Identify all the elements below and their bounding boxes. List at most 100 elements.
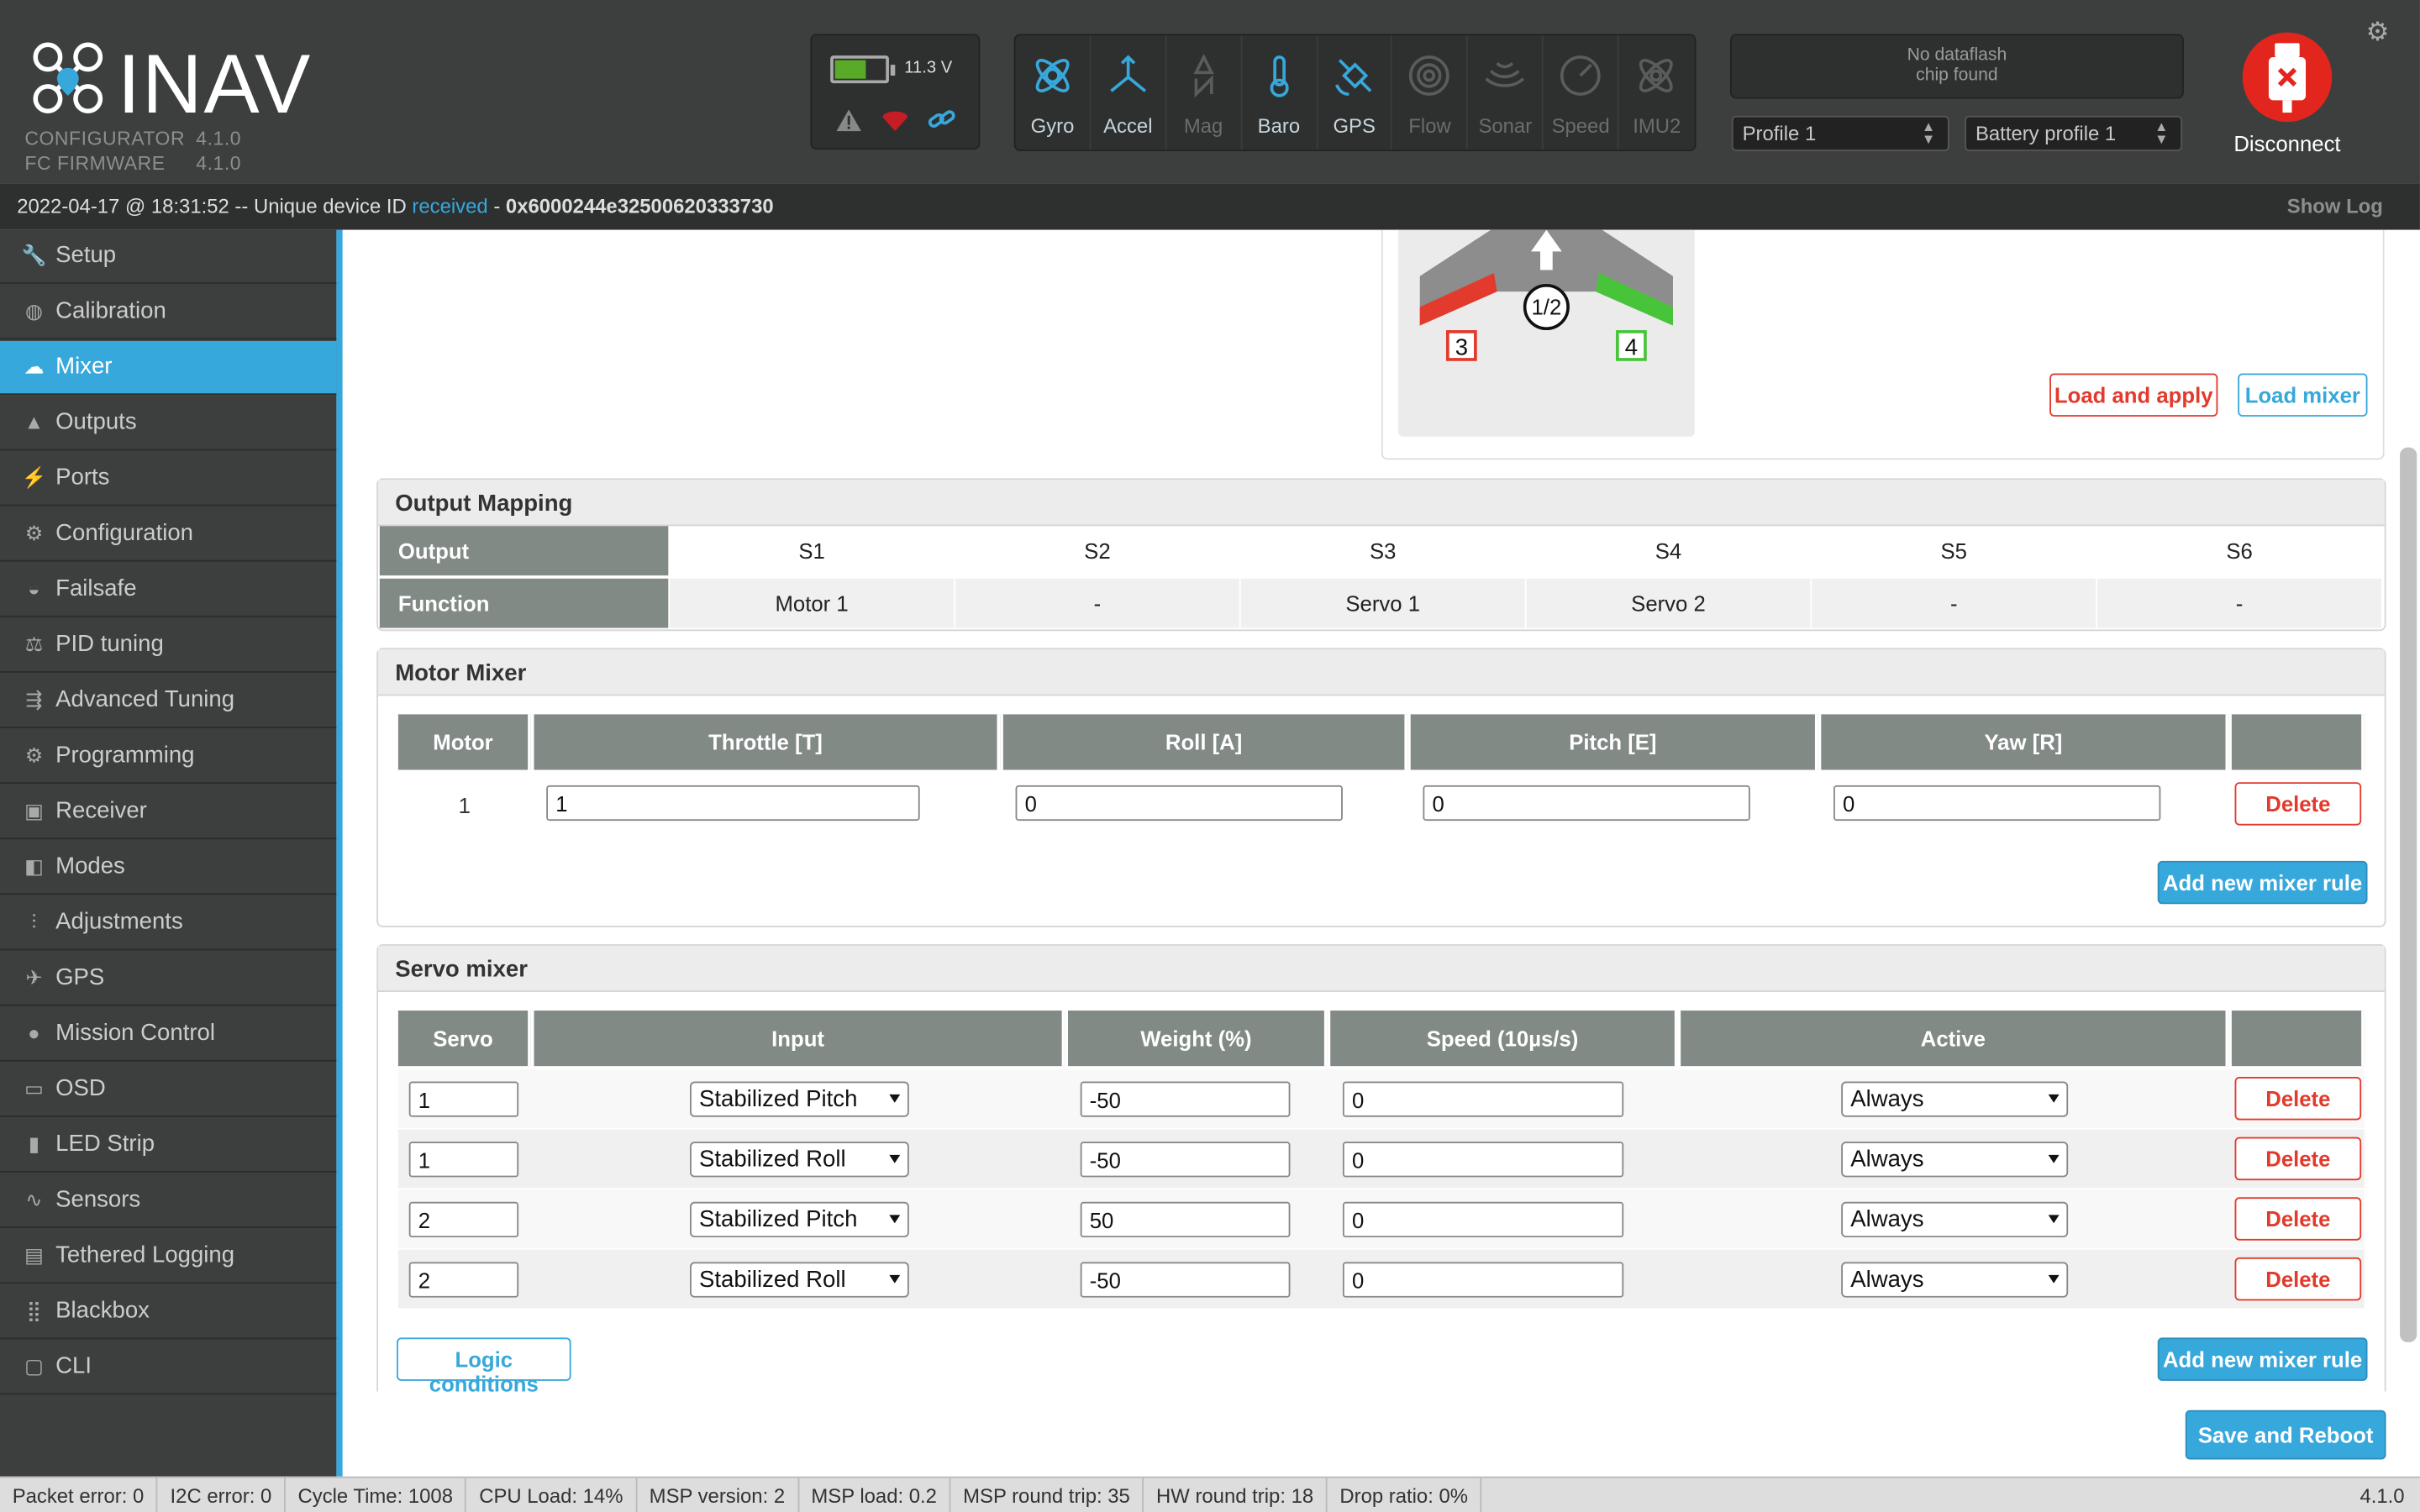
sidebar-item-receiver[interactable]: ▣ Receiver	[0, 785, 337, 840]
servo-index-input[interactable]: 2	[408, 1262, 519, 1298]
battery-profile-select[interactable]: Battery profile 1 ▲ ▼	[1965, 115, 2183, 151]
sidebar-item-led-strip[interactable]: ▮ LED Strip	[0, 1119, 337, 1173]
sidebar-item-gps[interactable]: ✈ GPS	[0, 952, 337, 1006]
output-mapping-title: Output Mapping	[377, 480, 2385, 527]
servo-active-select[interactable]: Always ▾	[1841, 1142, 2069, 1178]
sensor-baro: Baro	[1242, 35, 1318, 150]
delete-motor-rule-button[interactable]: Delete	[2234, 782, 2362, 826]
sidebar-item-cli[interactable]: ▢ CLI	[0, 1341, 337, 1395]
sidebar-item-label: Configuration	[55, 519, 194, 547]
load-mixer-button[interactable]: Load mixer	[2238, 373, 2368, 417]
sidebar-item-adjustments[interactable]: ⫶ Adjustments	[0, 896, 337, 951]
servo-index-input[interactable]: 2	[408, 1201, 519, 1238]
servo-active-value: Always	[1850, 1266, 1924, 1294]
function-cell: Servo 1	[1240, 578, 1525, 628]
sidebar-item-outputs[interactable]: ▲ Outputs	[0, 396, 337, 451]
link-icon	[928, 110, 955, 129]
sidebar-item-programming[interactable]: ⚙ Programming	[0, 730, 337, 785]
delete-servo-rule-button[interactable]: Delete	[2234, 1077, 2362, 1121]
sidebar-item-label: PID tuning	[55, 631, 164, 658]
delete-servo-rule-button[interactable]: Delete	[2234, 1257, 2362, 1301]
sensor-label: Gyro	[1030, 113, 1075, 138]
footer-status-bar: Packet error: 0 I2C error: 0 Cycle Time: 1…	[0, 1476, 2420, 1512]
servo-weight-input[interactable]: -50	[1080, 1262, 1291, 1298]
imu2-icon	[1639, 59, 1673, 92]
scrollbar[interactable]	[2400, 447, 2417, 1342]
sidebar-item-calibration[interactable]: ◍ Calibration	[0, 286, 337, 340]
servo-input-select[interactable]: Stabilized Pitch ▾	[690, 1201, 909, 1238]
servo-weight-input[interactable]: 50	[1080, 1201, 1291, 1238]
terminal-icon: ▢	[24, 1354, 44, 1378]
servo-weight-input[interactable]: -50	[1080, 1081, 1291, 1117]
left-servo-label: 3	[1455, 333, 1468, 360]
logic-conditions-button[interactable]: Logic conditions	[397, 1337, 571, 1396]
baro-icon	[1270, 55, 1289, 97]
sidebar-item-label: Setup	[55, 242, 117, 269]
motor-roll-input[interactable]: 0	[1015, 785, 1343, 822]
sidebar-item-modes[interactable]: ◧ Modes	[0, 841, 337, 895]
osd-icon: ▭	[24, 1077, 44, 1100]
motor-throttle-input[interactable]: 1	[546, 785, 920, 822]
servo-active-select[interactable]: Always ▾	[1841, 1081, 2069, 1117]
servo-speed-input[interactable]: 0	[1342, 1262, 1624, 1298]
servo-index-input[interactable]: 1	[408, 1142, 519, 1178]
profile-select[interactable]: Profile 1 ▲ ▼	[1731, 115, 1949, 151]
keyboard-icon: ▤	[24, 1243, 44, 1267]
sensor-mag: Mag	[1166, 35, 1242, 150]
save-and-reboot-button[interactable]: Save and Reboot	[2185, 1410, 2386, 1460]
servo-input-value: Stabilized Pitch	[699, 1086, 858, 1113]
servo-speed-input[interactable]: 0	[1342, 1142, 1624, 1178]
servo-input-select[interactable]: Stabilized Pitch ▾	[690, 1081, 909, 1117]
servo-active-select[interactable]: Always ▾	[1841, 1201, 2069, 1238]
footer-stat: MSP round trip: 35	[950, 1478, 1144, 1512]
load-and-apply-button[interactable]: Load and apply	[2049, 373, 2218, 417]
sidebar-item-ports[interactable]: ⚡ Ports	[0, 452, 337, 507]
function-cell: Motor 1	[670, 578, 955, 628]
sensor-speed: Speed	[1544, 35, 1619, 150]
configurator-version: CONFIGURATOR 4.1.0	[24, 128, 242, 150]
sensor-accel: Accel	[1091, 35, 1167, 150]
inav-logo-icon	[33, 42, 103, 113]
wrench-icon: 🔧	[21, 244, 47, 267]
chevron-down-icon: ▾	[2049, 1269, 2060, 1289]
sidebar-item-pid-tuning[interactable]: ⚖ PID tuning	[0, 619, 337, 673]
footer-stat: HW round trip: 18	[1144, 1478, 1328, 1512]
sensor-sonar: Sonar	[1468, 35, 1544, 150]
sliders-icon: ⫶	[31, 910, 37, 934]
sidebar-item-sensors[interactable]: ∿ Sensors	[0, 1174, 337, 1229]
motor-pitch-input[interactable]: 0	[1423, 785, 1750, 822]
servo-input-select[interactable]: Stabilized Roll ▾	[690, 1142, 909, 1178]
sidebar-item-blackbox[interactable]: ⣿ Blackbox	[0, 1285, 337, 1340]
output-header: Output	[379, 526, 669, 576]
sidebar-item-failsafe[interactable]: ◒ Failsafe	[0, 563, 337, 617]
servo-active-select[interactable]: Always ▾	[1841, 1262, 2069, 1298]
sensor-label: Baro	[1257, 113, 1301, 138]
output-cell: S2	[1084, 538, 1111, 564]
servo-weight-input[interactable]: -50	[1080, 1142, 1291, 1178]
motor-mixer-title: Motor Mixer	[377, 649, 2385, 696]
sidebar-item-configuration[interactable]: ⚙ Configuration	[0, 507, 337, 562]
add-motor-rule-button[interactable]: Add new mixer rule	[2157, 860, 2368, 905]
servo-active-value: Always	[1850, 1086, 1924, 1113]
accel-icon	[1110, 55, 1146, 92]
settings-gear-icon[interactable]: ⚙	[2366, 17, 2390, 48]
servo-input-select[interactable]: Stabilized Roll ▾	[690, 1262, 909, 1298]
aircraft-preview: 1/2 3 4	[1398, 229, 1695, 437]
servo-speed-input[interactable]: 0	[1342, 1081, 1624, 1117]
show-log-link[interactable]: Show Log	[2287, 194, 2383, 218]
delete-servo-rule-button[interactable]: Delete	[2234, 1197, 2362, 1241]
sidebar-item-osd[interactable]: ▭ OSD	[0, 1063, 337, 1117]
disconnect-button[interactable]	[2242, 32, 2333, 123]
dataflash-status: No dataflash chip found	[1729, 34, 2184, 99]
sidebar-item-setup[interactable]: 🔧 Setup	[0, 230, 337, 284]
sidebar-item-label: Mission Control	[55, 1020, 215, 1047]
delete-servo-rule-button[interactable]: Delete	[2234, 1137, 2362, 1181]
add-servo-rule-button[interactable]: Add new mixer rule	[2157, 1337, 2368, 1381]
sidebar-item-mixer[interactable]: ☁ Mixer	[0, 340, 337, 396]
sidebar-item-advanced-tuning[interactable]: ⇶ Advanced Tuning	[0, 675, 337, 728]
sidebar-item-mission-control[interactable]: ● Mission Control	[0, 1007, 337, 1062]
motor-yaw-input[interactable]: 0	[1833, 785, 2161, 822]
servo-speed-input[interactable]: 0	[1342, 1201, 1624, 1238]
sidebar-item-tethered-logging[interactable]: ▤ Tethered Logging	[0, 1230, 337, 1284]
servo-index-input[interactable]: 1	[408, 1081, 519, 1117]
